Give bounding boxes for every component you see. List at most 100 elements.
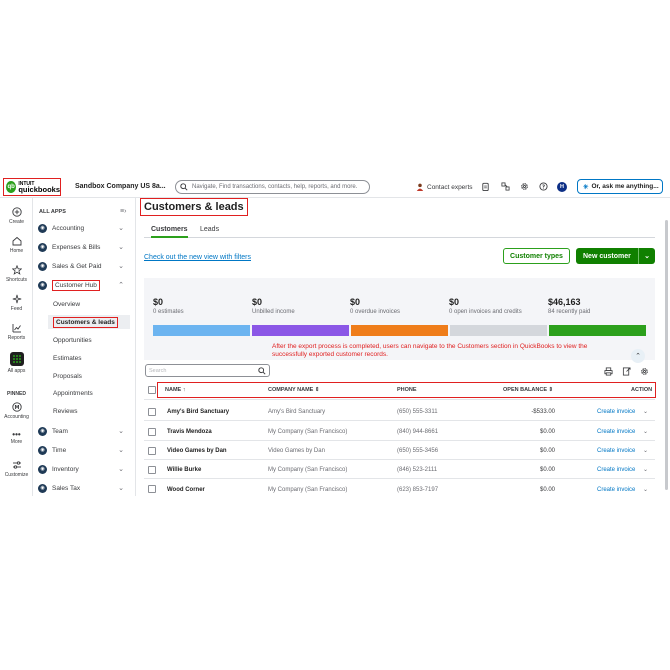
select-all-checkbox[interactable] [148,386,156,394]
stat-value: $0 [153,297,164,307]
create-invoice-link[interactable]: Create invoice [597,467,635,473]
export-icon[interactable] [622,367,631,376]
create-invoice-link[interactable]: Create invoice [597,487,635,493]
nav-sales-tax[interactable]: ◉ Sales Tax ⌄ [38,481,130,495]
stat-recently-paid[interactable]: $46,163 84 recently paid [548,297,590,315]
company-name: Amy's Bird Sanctuary [268,409,326,415]
star-icon [11,265,22,275]
row-checkbox[interactable] [148,485,156,493]
nav-sub-estimates[interactable]: Estimates [52,351,130,365]
col-open-balance[interactable]: OPEN BALANCE ⇕ [503,387,553,393]
sliders-icon [12,461,21,469]
col-company[interactable]: COMPANY NAME ⇕ [268,387,319,393]
global-search[interactable]: Navigate, Find transactions, contacts, h… [175,180,370,194]
nav-sub-customers-leads[interactable]: Customers & leads [48,315,130,329]
nav-sub-appointments[interactable]: Appointments [52,386,130,400]
user-avatar[interactable]: H [557,182,567,192]
nav-accounting[interactable]: ◉ Accounting ⌄ [38,221,130,235]
col-name[interactable]: NAME ↑ [165,387,185,393]
nav-inventory[interactable]: ◉ Inventory ⌄ [38,462,130,476]
nav-customer-hub[interactable]: ◉ Customer Hub ⌃ [38,278,130,292]
nav-sub-overview[interactable]: Overview [52,297,130,311]
customer-name[interactable]: Willie Burke [167,467,201,473]
contact-experts-button[interactable]: Contact experts [416,183,473,191]
chevron-down-icon[interactable]: ⌄ [638,248,655,264]
customer-name[interactable]: Wood Corner [167,487,205,493]
chevron-down-icon[interactable]: ⌄ [643,447,648,454]
rail-shortcuts[interactable]: Shortcuts [0,265,33,283]
filters-view-link[interactable]: Check out the new view with filters [144,254,251,261]
phone: (650) 555-3311 [397,409,438,415]
rail-create[interactable]: Create [0,207,33,225]
logo-wordmark: INTUIT quickbooks [18,181,60,193]
nav-sales-get-paid[interactable]: ◉ Sales & Get Paid ⌄ [38,259,130,273]
team-app-icon: ◉ [38,426,47,436]
create-invoice-link[interactable]: Create invoice [597,429,635,435]
nav-sub-opportunities[interactable]: Opportunities [52,333,130,347]
nav-team[interactable]: ◉ Team ⌄ [38,424,130,438]
row-divider [144,399,655,400]
rail-feed[interactable]: Feed [0,294,33,312]
logo-quickbooks: quickbooks [18,185,60,194]
rail-more[interactable]: ••• More [0,431,33,446]
print-icon[interactable] [604,367,613,376]
nav-expenses-bills[interactable]: ◉ Expenses & Bills ⌄ [38,240,130,254]
bar-segment-unbilled[interactable] [252,325,349,336]
rail-all-apps[interactable]: All apps [0,352,33,374]
customer-name[interactable]: Travis Mendoza [167,429,212,435]
customer-name[interactable]: Video Games by Dan [167,448,227,454]
stat-estimates[interactable]: $0 0 estimates [153,297,184,315]
rail-shortcuts-label: Shortcuts [5,277,28,283]
stat-open-invoices[interactable]: $0 0 open invoices and credits [449,297,522,315]
tab-leads[interactable]: Leads [200,226,219,233]
collapse-nav-icon[interactable]: ≡› [120,208,126,215]
row-checkbox[interactable] [148,428,156,436]
help-icon[interactable]: ? [539,182,548,191]
gear-icon[interactable] [520,182,529,191]
chevron-up-icon[interactable]: ⌃ [631,349,645,363]
table-search-input[interactable]: Search [145,364,270,377]
nav-time[interactable]: ◉ Time ⌄ [38,443,130,457]
ask-assistant-button[interactable]: ✳ Or, ask me anything... [577,179,663,194]
row-checkbox[interactable] [148,408,156,416]
row-checkbox[interactable] [148,447,156,455]
col-name-label: NAME [165,387,182,393]
chevron-down-icon[interactable]: ⌄ [643,428,648,435]
create-invoice-link[interactable]: Create invoice [597,448,635,454]
chevron-down-icon: ⌄ [118,447,124,454]
row-checkbox[interactable] [148,466,156,474]
nav-sales-label: Sales & Get Paid [52,262,102,270]
stat-unbilled[interactable]: $0 Unbilled income [252,297,295,315]
ask-label: Or, ask me anything... [591,183,659,190]
create-invoice-link[interactable]: Create invoice [597,409,635,415]
search-icon [180,183,188,191]
stat-overdue[interactable]: $0 0 overdue invoices [350,297,400,315]
col-phone[interactable]: PHONE [397,387,417,393]
chevron-down-icon[interactable]: ⌄ [643,486,648,493]
bar-segment-open[interactable] [450,325,547,336]
chevron-down-icon: ⌄ [118,466,124,473]
chevron-down-icon[interactable]: ⌄ [643,466,648,473]
apps-network-icon[interactable] [501,182,510,191]
annotation-note: After the export process is completed, u… [272,343,588,358]
rail-home[interactable]: Home [0,236,33,254]
tab-customers[interactable]: Customers [151,226,188,238]
customer-types-button[interactable]: Customer types [503,248,570,264]
rail-accounting[interactable]: M Accounting [0,402,33,420]
bar-segment-paid[interactable] [549,325,646,336]
scrollbar-thumb[interactable] [665,220,668,490]
tab-bar: Customers Leads [144,226,655,238]
rail-customize[interactable]: Customize [0,460,33,478]
quickbooks-logo[interactable]: qb INTUIT quickbooks [3,178,61,196]
bar-segment-overdue[interactable] [351,325,448,336]
nav-sub-proposals[interactable]: Proposals [52,369,130,383]
customer-name[interactable]: Amy's Bird Sanctuary [167,409,229,415]
company-name[interactable]: Sandbox Company US 8a... [75,183,166,190]
rail-reports[interactable]: Reports [0,323,33,341]
clipboard-icon[interactable] [481,182,490,191]
gear-icon[interactable] [640,367,649,376]
bar-segment-estimates[interactable] [153,325,250,336]
nav-sub-reviews[interactable]: Reviews [52,404,130,418]
new-customer-button[interactable]: New customer ⌄ [576,248,655,264]
chevron-down-icon[interactable]: ⌄ [643,408,648,415]
